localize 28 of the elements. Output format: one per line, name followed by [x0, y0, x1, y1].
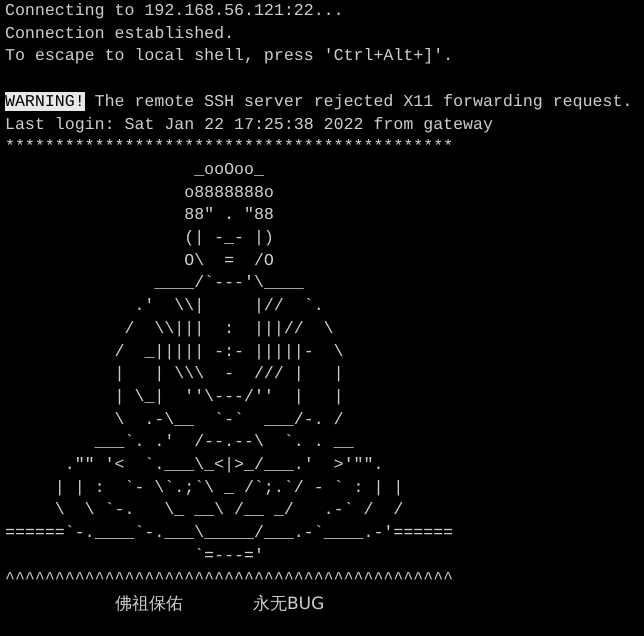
- ascii-art-line: / \\||| : |||// \: [123, 318, 334, 338]
- ascii-art-line: | \_| ''\---/'' | |: [114, 386, 344, 406]
- ascii-art-line: .' \\| |// `.: [133, 296, 324, 316]
- ascii-art-line: | | : `- \`.;`\ _ /`;.`/ - ` : | |: [54, 478, 404, 497]
- ascii-art-line: ^^^^^^^^^^^^^^^^^^^^^^^^^^^^^^^^^^^^^^^^^^^^^: [5, 568, 454, 588]
- blessing-text: 永无BUG: [253, 593, 324, 616]
- ascii-art-line: ======`-.____`-.___\_____/___.-`____.-'======: [5, 523, 454, 542]
- ascii-art-line: \ .-\__ `-` ___/-. /: [114, 410, 344, 429]
- ascii-art-line: \ \ `-. \_ __\ /__ _/ .-` / /: [54, 500, 404, 520]
- terminal-line: Last login: Sat Jan 22 17:25:38 2022 from gateway: [5, 114, 493, 134]
- ascii-art-line: / _||||| -:- |||||- \: [114, 342, 344, 361]
- ascii-art-line: *********************************************: [5, 137, 454, 156]
- ascii-art-line: ."" '< `.___\_<|>_/___.' >'"".: [64, 455, 384, 474]
- ascii-art-line: | | \\\ - /// | |: [114, 364, 344, 384]
- ascii-art-line: ____/`---'\____: [153, 273, 304, 292]
- terminal-line: Connecting to 192.168.56.121:22...: [5, 1, 344, 20]
- blessing-text: 佛祖保佑: [115, 593, 183, 616]
- warning-label: WARNING!: [5, 92, 85, 111]
- terminal-line: To escape to local shell, press 'Ctrl+Alt+]'.: [5, 46, 454, 66]
- ascii-art-line: ___`. .' /--.--\ `. . __: [94, 432, 354, 452]
- warning-message: The remote SSH server rejected X11 forwarding request.: [94, 92, 632, 111]
- ascii-art-line: o8888888o: [183, 182, 274, 202]
- ascii-art-line: `=---=': [193, 546, 264, 565]
- ascii-art-line: (| -_- |): [183, 228, 274, 248]
- ascii-art-line: 88" . "88: [183, 205, 274, 224]
- ascii-art-line: O\ = /O: [183, 250, 274, 270]
- terminal-line: Connection established.: [5, 24, 234, 43]
- ascii-art-line: _ooOoo_: [193, 160, 264, 179]
